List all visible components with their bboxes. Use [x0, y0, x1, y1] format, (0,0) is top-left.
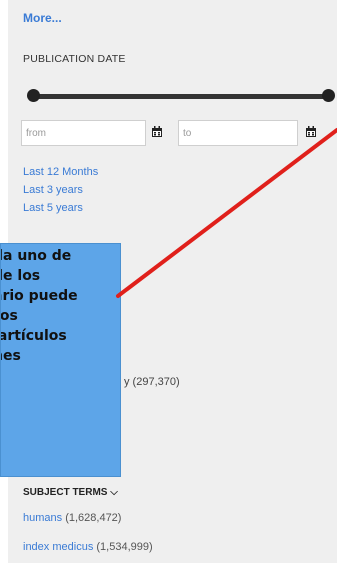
- annotation-arrow: [116, 128, 337, 298]
